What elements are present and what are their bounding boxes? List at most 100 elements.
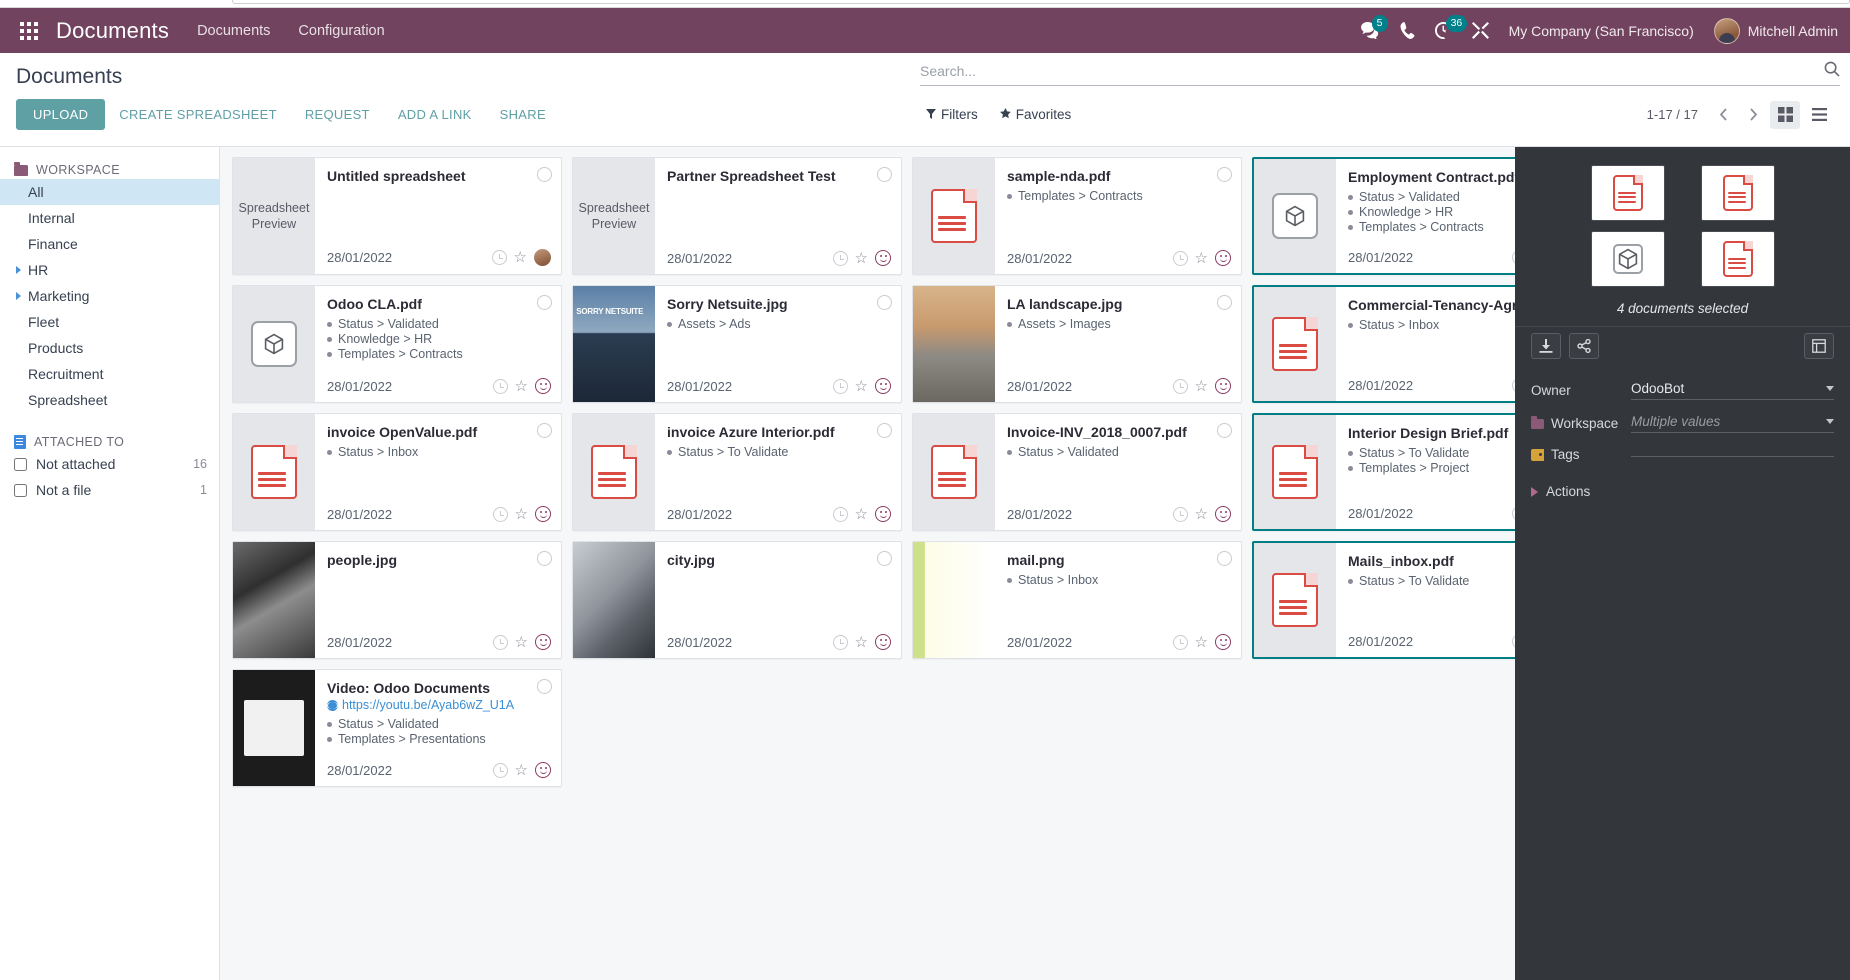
sidebar-item-finance[interactable]: Finance: [0, 231, 219, 257]
document-select-checkbox[interactable]: [877, 295, 892, 310]
document-thumbnail[interactable]: [913, 542, 995, 658]
document-tag[interactable]: Templates > Presentations: [327, 732, 551, 746]
search-icon[interactable]: [1824, 61, 1840, 80]
document-thumbnail[interactable]: [233, 542, 315, 658]
document-tag[interactable]: Assets > Images: [1007, 317, 1231, 331]
smiley-icon[interactable]: [535, 762, 551, 778]
star-icon[interactable]: ☆: [515, 379, 528, 394]
activity-clock-icon[interactable]: [1511, 633, 1515, 649]
activity-clock-icon[interactable]: [1172, 506, 1188, 522]
document-tag[interactable]: Status > Validated: [327, 717, 551, 731]
document-card[interactable]: Commercial-Tenancy-Agreem... Status > Inb…: [1252, 285, 1515, 403]
nav-item-configuration[interactable]: Configuration: [298, 23, 384, 39]
app-brand-title[interactable]: Documents: [56, 18, 169, 44]
sidebar-item-marketing[interactable]: Marketing: [0, 283, 219, 309]
sidebar-item-all[interactable]: All: [0, 179, 219, 205]
share-button[interactable]: SHARE: [486, 99, 560, 130]
apps-menu-icon[interactable]: [12, 21, 46, 40]
document-thumbnail[interactable]: [913, 158, 995, 274]
star-icon[interactable]: ☆: [1195, 251, 1208, 266]
document-select-checkbox[interactable]: [1217, 167, 1232, 182]
smiley-icon[interactable]: [1215, 634, 1231, 650]
document-select-checkbox[interactable]: [537, 295, 552, 310]
document-card[interactable]: mail.png Status > Inbox 28/01/2022 ☆: [912, 541, 1242, 659]
chevron-right-icon[interactable]: [16, 292, 21, 300]
document-tag[interactable]: Status > Validated: [1007, 445, 1231, 459]
smiley-icon[interactable]: [1215, 506, 1231, 522]
activity-clock-icon[interactable]: [1172, 250, 1188, 266]
document-tag[interactable]: Status > To Validate: [1348, 446, 1515, 460]
sidebar-item-hr[interactable]: HR: [0, 257, 219, 283]
chevron-down-icon[interactable]: [1826, 419, 1834, 424]
document-card[interactable]: people.jpg 28/01/2022 ☆: [232, 541, 562, 659]
activity-clock-icon[interactable]: [1172, 378, 1188, 394]
document-card[interactable]: city.jpg 28/01/2022 ☆: [572, 541, 902, 659]
document-tag[interactable]: Status > Validated: [1348, 190, 1515, 204]
document-card[interactable]: invoice OpenValue.pdf Status > Inbox 28/01…: [232, 413, 562, 531]
document-tag[interactable]: Status > Inbox: [1007, 573, 1231, 587]
activities-clock-icon[interactable]: 36: [1434, 15, 1468, 39]
activity-clock-icon[interactable]: [492, 506, 508, 522]
sidebar-filter-not-a-file[interactable]: Not a file 1: [0, 477, 219, 503]
activity-clock-icon[interactable]: [491, 250, 507, 265]
document-thumbnail[interactable]: [573, 286, 655, 402]
company-selector[interactable]: My Company (San Francisco): [1509, 23, 1694, 39]
document-select-checkbox[interactable]: [1217, 423, 1232, 438]
star-icon[interactable]: ☆: [1195, 379, 1208, 394]
phone-icon[interactable]: [1400, 22, 1415, 39]
favorites-menu[interactable]: Favorites: [999, 107, 1071, 122]
browser-address-bar[interactable]: [232, 0, 1850, 4]
smiley-icon[interactable]: [875, 378, 891, 394]
document-thumbnail[interactable]: Spreadsheet Preview: [233, 158, 315, 274]
document-card[interactable]: Video: Odoo Documents https://youtu.be/Ay…: [232, 669, 562, 787]
document-select-checkbox[interactable]: [877, 551, 892, 566]
list-view-button[interactable]: [1804, 101, 1834, 129]
star-icon[interactable]: ☆: [1195, 507, 1208, 522]
inspector-field-input[interactable]: OdooBot: [1631, 381, 1834, 400]
upload-button[interactable]: UPLOAD: [16, 99, 106, 130]
inspector-thumbnail[interactable]: [1590, 231, 1665, 287]
sidebar-item-spreadsheet[interactable]: Spreadsheet: [0, 387, 219, 413]
document-card[interactable]: Spreadsheet Preview Partner Spreadsheet Te…: [572, 157, 902, 275]
star-icon[interactable]: ☆: [855, 635, 868, 650]
document-url[interactable]: https://youtu.be/Ayab6wZ_U1A: [327, 698, 551, 712]
pager-previous-icon[interactable]: [1710, 102, 1736, 128]
document-thumbnail[interactable]: [1254, 543, 1336, 657]
document-card[interactable]: Sorry Netsuite.jpg Assets > Ads 28/01/2022…: [572, 285, 902, 403]
document-thumbnail[interactable]: [573, 414, 655, 530]
inspector-thumbnail[interactable]: [1700, 165, 1775, 221]
document-card[interactable]: Interior Design Brief.pdf Status > To Val…: [1252, 413, 1515, 531]
star-icon[interactable]: ☆: [515, 635, 528, 650]
document-tag[interactable]: Status > To Validate: [1348, 574, 1515, 588]
user-menu[interactable]: Mitchell Admin: [1713, 17, 1838, 44]
star-icon[interactable]: ☆: [514, 250, 527, 265]
activity-clock-icon[interactable]: [1172, 634, 1188, 650]
document-tag[interactable]: Templates > Contracts: [1348, 220, 1515, 234]
document-thumbnail[interactable]: [233, 414, 315, 530]
messages-icon[interactable]: 5: [1360, 15, 1388, 39]
chevron-down-icon[interactable]: [1826, 386, 1834, 391]
document-select-checkbox[interactable]: [537, 167, 552, 182]
activity-clock-icon[interactable]: [832, 250, 848, 266]
document-tag[interactable]: Templates > Contracts: [327, 347, 551, 361]
star-icon[interactable]: ☆: [855, 507, 868, 522]
document-tag[interactable]: Templates > Project: [1348, 461, 1515, 475]
activity-clock-icon[interactable]: [1511, 249, 1515, 265]
smiley-icon[interactable]: [535, 378, 551, 394]
document-thumbnail[interactable]: [1254, 287, 1336, 401]
document-select-checkbox[interactable]: [877, 423, 892, 438]
document-card[interactable]: LA landscape.jpg Assets > Images 28/01/202…: [912, 285, 1242, 403]
sidebar-item-internal[interactable]: Internal: [0, 205, 219, 231]
filters-menu[interactable]: Filters: [926, 107, 978, 122]
activity-clock-icon[interactable]: [1511, 377, 1515, 393]
document-card[interactable]: Employment Contract.pdf Status > Validate…: [1252, 157, 1515, 275]
sidebar-item-recruitment[interactable]: Recruitment: [0, 361, 219, 387]
add-a-link-button[interactable]: ADD A LINK: [384, 99, 486, 130]
smiley-icon[interactable]: [875, 506, 891, 522]
not-attached-checkbox[interactable]: [14, 457, 27, 471]
document-tag[interactable]: Status > Validated: [327, 317, 551, 331]
search-input[interactable]: [920, 62, 1824, 79]
activity-clock-icon[interactable]: [832, 634, 848, 650]
share-button[interactable]: [1569, 333, 1599, 359]
smiley-icon[interactable]: [1215, 250, 1231, 266]
